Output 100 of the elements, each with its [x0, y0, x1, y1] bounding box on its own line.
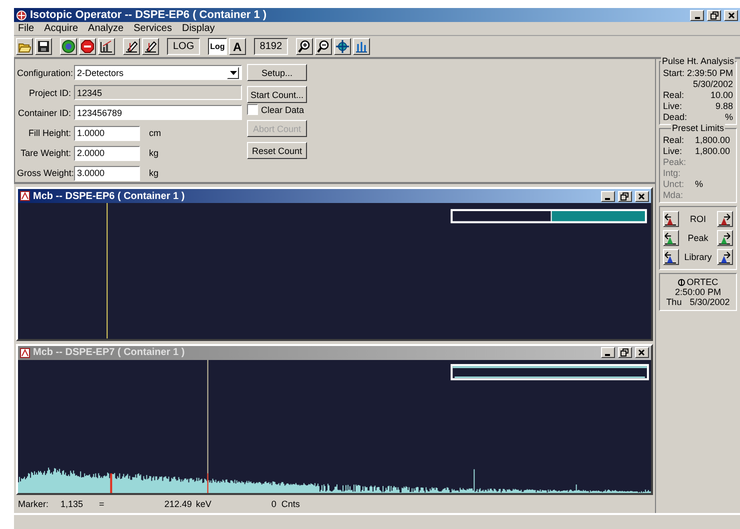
minimize-button[interactable] — [600, 347, 615, 358]
toolbar-button[interactable] — [353, 38, 370, 55]
close-icon — [638, 349, 646, 356]
stat-label: Live: — [662, 146, 683, 156]
crosshair-icon — [336, 40, 350, 53]
toolbar-button[interactable] — [98, 38, 115, 55]
stat-label: Intg: — [662, 168, 682, 178]
clock-time: 2:50:00 PM — [674, 287, 721, 297]
toggle-button[interactable]: A — [228, 38, 246, 55]
restore-button[interactable] — [707, 10, 721, 20]
energy-unit: keV — [196, 499, 212, 510]
marker-energy: 212.49 — [164, 499, 192, 510]
toolbar-button[interactable] — [315, 38, 332, 55]
window-titlebar[interactable]: Mcb -- DSPE-EP6 ( Container 1 ) — [18, 189, 651, 204]
toggle-button[interactable]: Log — [208, 38, 227, 55]
toolbar-button[interactable] — [60, 38, 77, 55]
clock-day: Thu — [666, 297, 682, 307]
previous-library-button[interactable] — [662, 249, 679, 265]
stat-label: Real: — [662, 90, 685, 100]
minimize-button[interactable] — [690, 10, 704, 20]
toolbar-button[interactable] — [79, 38, 96, 55]
equals-sign: = — [99, 499, 104, 510]
push-button[interactable]: Reset Count — [247, 142, 307, 159]
checkbox[interactable] — [247, 104, 258, 115]
menu-item[interactable]: File — [18, 23, 34, 34]
stat-value: 1,800.00 — [694, 135, 731, 145]
bar-chart-icon — [100, 40, 113, 53]
unit-label: kg — [148, 148, 160, 158]
close-icon — [638, 192, 646, 200]
toolbar-button[interactable] — [142, 38, 159, 55]
close-button[interactable] — [634, 347, 649, 358]
checkbox-label: Clear Data — [261, 104, 304, 114]
field-label: Project ID: — [28, 88, 71, 98]
marker-label: Marker: — [18, 499, 49, 510]
window-title: Mcb -- DSPE-EP7 ( Container 1 ) — [33, 347, 186, 358]
arrow-chart-icon — [718, 250, 732, 264]
close-button[interactable] — [724, 10, 738, 20]
stat-value: 2:39:50 PM — [686, 68, 733, 78]
input-field[interactable]: 123456789 — [74, 105, 242, 120]
field-label: Configuration: — [17, 68, 71, 78]
marker-counts: 0 — [271, 499, 276, 510]
toolbar-button[interactable] — [334, 38, 352, 55]
group-title: Pulse Ht. Analysis — [660, 56, 735, 66]
field-label: Gross Weight: — [17, 168, 71, 178]
stat-label: Mda: — [662, 190, 684, 200]
close-button[interactable] — [634, 190, 649, 202]
restore-icon — [620, 348, 629, 357]
zoom-out-icon — [317, 40, 330, 53]
clock-date: 5/30/2002 — [690, 297, 730, 307]
menu-item[interactable]: Display — [182, 23, 215, 34]
stat-value: % — [724, 112, 733, 122]
app-icon — [16, 10, 27, 20]
zoom-in-icon — [298, 40, 312, 53]
go-icon — [62, 40, 75, 53]
input-field[interactable]: 2.0000 — [74, 146, 140, 161]
stat-label: Unct: — [662, 179, 685, 189]
close-icon — [728, 12, 734, 18]
toolbar-button[interactable] — [296, 38, 314, 55]
push-button[interactable]: Start Count... — [247, 86, 307, 103]
stat-value: % — [694, 179, 704, 189]
previous-peak-button[interactable] — [662, 230, 679, 246]
toolbar-button[interactable] — [123, 38, 140, 55]
brand-name: ORTEC — [686, 277, 718, 287]
restore-icon — [620, 192, 629, 200]
window-title: Isotopic Operator -- DSPE-EP6 ( Container 1 ) — [30, 9, 268, 21]
stat-label: Real: — [662, 135, 685, 145]
restore-button[interactable] — [618, 347, 632, 358]
menu-item[interactable]: Services — [134, 23, 172, 34]
menu-item[interactable]: Analyze — [88, 23, 124, 34]
stop-icon — [81, 40, 94, 53]
minimize-icon — [605, 354, 610, 356]
marker-channel: 1,135 — [60, 499, 84, 510]
input-field[interactable]: 1.0000 — [74, 126, 140, 141]
toolbar-button[interactable]: 8192 — [254, 38, 288, 55]
unit-label: kg — [148, 168, 160, 178]
toolbar-button[interactable] — [16, 38, 33, 55]
stat-label: Dead: — [662, 112, 687, 122]
group-title: Preset Limits — [670, 123, 725, 133]
dropdown-arrow-icon — [230, 70, 236, 75]
counts-unit: Cnts — [281, 499, 300, 510]
toolbar-button[interactable]: LOG — [167, 38, 200, 55]
push-button[interactable]: Setup... — [247, 64, 307, 81]
arrow-chart-icon — [718, 212, 732, 226]
save-icon — [37, 40, 50, 53]
dropdown-field[interactable]: 2-Detectors — [74, 65, 242, 80]
minimize-button[interactable] — [600, 190, 615, 202]
nav-label: ROI — [690, 214, 706, 224]
stat-value: 10.00 — [709, 90, 733, 100]
next-peak-button[interactable] — [716, 230, 733, 246]
next-library-button[interactable] — [716, 249, 733, 265]
next-roi-button[interactable] — [716, 211, 733, 227]
toolbar-button[interactable] — [35, 38, 52, 55]
peaks-icon — [355, 40, 368, 53]
previous-roi-button[interactable] — [662, 211, 679, 227]
field-label: Fill Height: — [27, 128, 71, 138]
input-field[interactable]: 3.0000 — [74, 166, 140, 181]
menu-item[interactable]: Acquire — [44, 23, 78, 34]
restore-button[interactable] — [618, 190, 632, 202]
stat-value: 9.88 — [714, 101, 733, 111]
logo-icon — [678, 278, 685, 286]
